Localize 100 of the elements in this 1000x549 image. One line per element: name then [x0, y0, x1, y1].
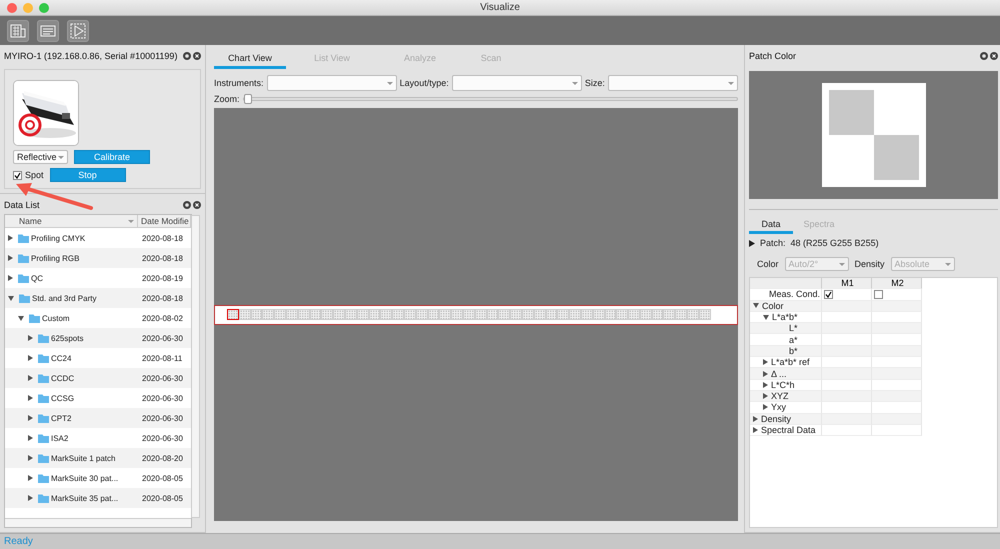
play-tool-button[interactable] — [67, 20, 89, 42]
folder-icon — [38, 394, 49, 402]
detach-icon[interactable] — [183, 52, 191, 60]
filter-label: Size: — [584, 78, 605, 88]
folder-icon — [19, 294, 30, 302]
disclosure-icon[interactable] — [753, 427, 758, 433]
folder-icon — [18, 234, 29, 242]
folder-name: Profiling RGB — [31, 254, 80, 262]
grid-cell — [872, 357, 922, 368]
status-text: Ready — [4, 536, 33, 547]
date-cell: 2020-06-30 — [142, 414, 183, 422]
folder-icon — [38, 414, 49, 422]
expand-icon[interactable] — [749, 240, 755, 246]
date-cell: 2020-08-05 — [142, 494, 183, 502]
close-icon[interactable] — [193, 52, 201, 60]
date-cell: 2020-06-30 — [142, 334, 183, 342]
patch-value: 48 (R255 G255 B255) — [790, 238, 879, 248]
tree-row[interactable]: CCDC 2020-06-30 — [5, 368, 191, 388]
disclosure-icon[interactable] — [28, 375, 33, 381]
grid-cell — [872, 424, 922, 436]
list-icon — [40, 22, 56, 38]
folder-name: CCDC — [51, 374, 74, 382]
panel-title: Data List — [4, 200, 40, 210]
close-icon[interactable] — [193, 201, 201, 209]
spot-label: Spot — [25, 170, 44, 180]
row-label: Spectral Data — [761, 425, 816, 435]
detach-icon[interactable] — [183, 201, 191, 209]
tree-row[interactable]: 625spots 2020-06-30 — [5, 328, 191, 348]
color-patch[interactable] — [227, 309, 239, 320]
panel-title: Patch Color — [749, 51, 796, 61]
folder-name: MarkSuite 30 pat... — [51, 474, 118, 482]
mode-select[interactable]: Reflective — [13, 150, 68, 164]
tree-row[interactable]: Profiling RGB 2020-08-18 — [5, 248, 191, 268]
view-tab[interactable]: Chart View — [214, 49, 286, 69]
disclosure-icon[interactable] — [28, 335, 33, 341]
zoom-slider[interactable] — [242, 97, 738, 101]
disclosure-icon[interactable] — [8, 255, 13, 261]
window-title: Visualize — [480, 2, 520, 13]
filter-select[interactable] — [452, 75, 582, 91]
m1-checkbox[interactable] — [824, 290, 833, 299]
zoom-button[interactable] — [39, 3, 49, 13]
date-cell: 2020-08-02 — [142, 314, 183, 322]
grid-cell — [872, 323, 922, 334]
list-tool-button[interactable] — [37, 20, 59, 42]
zoom-label: Zoom: — [214, 94, 240, 104]
column-header[interactable]: Name — [5, 215, 138, 227]
folder-name: Custom — [42, 314, 70, 322]
instrument-tool-button[interactable] — [7, 20, 29, 42]
tree-row[interactable]: Std. and 3rd Party 2020-08-18 — [5, 288, 191, 308]
tree-row[interactable]: MarkSuite 35 pat... 2020-08-05 — [5, 488, 191, 508]
grid-cell — [872, 380, 922, 391]
play-icon — [70, 22, 86, 38]
disclosure-icon[interactable] — [28, 435, 33, 441]
date-cell: 2020-06-30 — [142, 374, 183, 382]
disclosure-icon[interactable] — [28, 475, 33, 481]
folder-name: CCSG — [51, 394, 74, 402]
grid-cell — [872, 390, 922, 402]
folder-name: QC — [31, 274, 43, 282]
folder-name: MarkSuite 35 pat... — [51, 494, 118, 502]
scrollbar[interactable] — [191, 215, 200, 518]
disclosure-icon[interactable] — [28, 455, 33, 461]
grid-cell — [872, 312, 922, 324]
disclosure-icon[interactable] — [28, 395, 33, 401]
grid-cell — [872, 334, 922, 346]
date-cell: 2020-08-18 — [142, 234, 183, 242]
close-button[interactable] — [7, 3, 17, 13]
scrollbar[interactable] — [5, 518, 191, 527]
date-cell: 2020-08-11 — [142, 354, 182, 362]
tree-row[interactable]: MarkSuite 1 patch 2020-08-20 — [5, 448, 191, 468]
row-label: L*a*b* ref — [771, 357, 810, 368]
folder-icon — [38, 334, 49, 342]
disclosure-icon[interactable] — [8, 235, 13, 241]
disclosure-icon[interactable] — [8, 275, 13, 281]
date-cell: 2020-06-30 — [142, 434, 183, 442]
minimize-button[interactable] — [23, 3, 33, 13]
tree-row[interactable]: CPT2 2020-06-30 — [5, 408, 191, 428]
detach-icon[interactable] — [980, 52, 988, 60]
folder-icon — [38, 454, 49, 462]
folder-icon — [18, 254, 29, 262]
date-cell: 2020-08-05 — [142, 474, 183, 482]
disclosure-icon[interactable] — [18, 316, 24, 320]
disclosure-icon[interactable] — [28, 415, 33, 421]
disclosure-icon[interactable] — [28, 495, 33, 501]
date-cell: 2020-08-18 — [142, 254, 183, 262]
data-tab[interactable]: Data — [749, 216, 793, 234]
folder-name: Std. and 3rd Party — [32, 294, 96, 302]
date-cell: 2020-08-20 — [142, 454, 183, 462]
grid-cell — [872, 402, 922, 414]
disclosure-icon[interactable] — [8, 296, 14, 300]
close-icon[interactable] — [990, 52, 998, 60]
m2-checkbox[interactable] — [874, 290, 883, 299]
filter-select[interactable] — [266, 75, 397, 91]
grid-cell — [872, 368, 922, 380]
folder-icon — [38, 434, 49, 442]
disclosure-icon[interactable] — [28, 355, 33, 361]
folder-icon — [38, 474, 49, 482]
spot-checkbox[interactable] — [13, 170, 22, 180]
folder-icon — [18, 274, 29, 282]
slider-thumb[interactable] — [244, 94, 252, 104]
filter-select[interactable] — [608, 75, 738, 91]
